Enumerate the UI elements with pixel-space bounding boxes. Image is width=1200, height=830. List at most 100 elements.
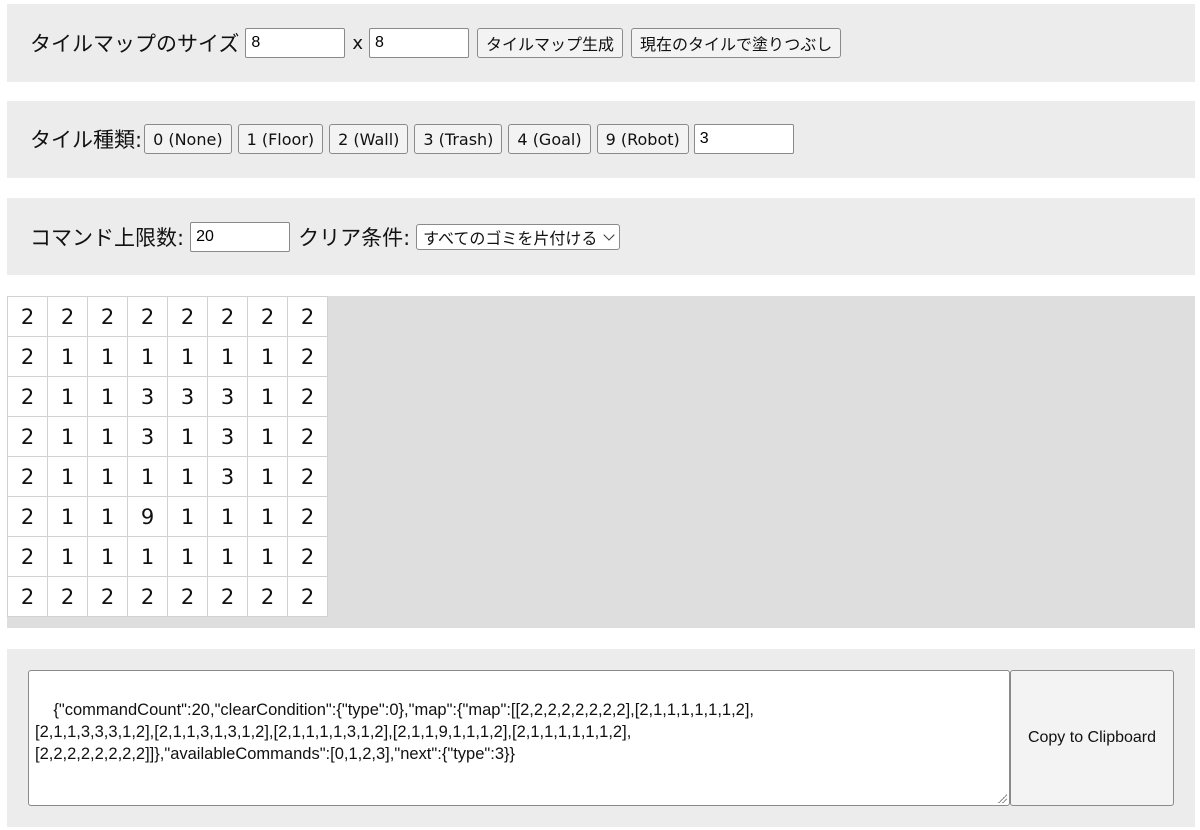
tile-cell[interactable]: 1 xyxy=(167,496,208,537)
fill-current-tile-button[interactable]: 現在のタイルで塗りつぶし xyxy=(631,28,842,58)
tile-cell[interactable]: 2 xyxy=(287,536,328,577)
tile-cell[interactable]: 9 xyxy=(127,496,168,537)
chevron-down-icon xyxy=(603,228,616,241)
clear-condition-label: クリア条件: xyxy=(298,226,411,250)
clear-condition-selected: すべてのゴミを片付ける xyxy=(423,229,598,248)
tile-cell[interactable]: 1 xyxy=(167,456,208,497)
tilemap-row: 21111112 xyxy=(7,336,328,377)
tile-cell[interactable]: 1 xyxy=(127,456,168,497)
tile-cell[interactable]: 2 xyxy=(7,376,48,417)
json-output-text: {"commandCount":20,"clearCondition":{"ty… xyxy=(35,701,755,763)
tile-cell[interactable]: 1 xyxy=(247,496,288,537)
resize-grip-icon[interactable] xyxy=(997,793,1007,803)
tile-cell[interactable]: 2 xyxy=(7,296,48,337)
clear-condition-select[interactable]: すべてのゴミを片付ける xyxy=(416,224,621,250)
tile-cell[interactable]: 3 xyxy=(127,416,168,457)
tile-cell[interactable]: 1 xyxy=(87,376,128,417)
tile-cell[interactable]: 1 xyxy=(207,496,248,537)
tile-type-panel: タイル種類: 0 (None) 1 (Floor) 2 (Wall) 3 (Tr… xyxy=(7,101,1195,178)
tile-cell[interactable]: 2 xyxy=(167,576,208,617)
tile-cell[interactable]: 2 xyxy=(7,416,48,457)
tile-cell[interactable]: 2 xyxy=(7,536,48,577)
tile-cell[interactable]: 1 xyxy=(87,496,128,537)
size-panel: タイルマップのサイズ x タイルマップ生成 現在のタイルで塗りつぶし xyxy=(7,4,1195,82)
tile-cell[interactable]: 1 xyxy=(87,456,128,497)
command-limit-input[interactable] xyxy=(190,222,291,252)
width-input[interactable] xyxy=(245,28,346,58)
tile-cell[interactable]: 1 xyxy=(47,456,88,497)
tilemap-grid: 2222222221111112211333122113131221111312… xyxy=(7,296,328,617)
tile-cell[interactable]: 1 xyxy=(247,456,288,497)
tile-cell[interactable]: 2 xyxy=(287,296,328,337)
tile-button-floor[interactable]: 1 (Floor) xyxy=(237,124,324,154)
tile-type-label: タイル種類: xyxy=(30,128,143,152)
tile-button-wall[interactable]: 2 (Wall) xyxy=(329,124,409,154)
tilemap-row: 22222222 xyxy=(7,296,328,337)
tile-cell[interactable]: 2 xyxy=(287,496,328,537)
size-times-label: x xyxy=(352,32,364,54)
tile-cell[interactable]: 3 xyxy=(207,456,248,497)
tilemap-row: 21111312 xyxy=(7,456,328,497)
size-label: タイルマップのサイズ xyxy=(30,32,240,56)
tile-cell[interactable]: 2 xyxy=(47,296,88,337)
height-input[interactable] xyxy=(369,28,470,58)
tile-cell[interactable]: 1 xyxy=(47,376,88,417)
tile-button-trash[interactable]: 3 (Trash) xyxy=(414,124,503,154)
tile-cell[interactable]: 2 xyxy=(127,296,168,337)
tile-cell[interactable]: 1 xyxy=(87,536,128,577)
tile-cell[interactable]: 2 xyxy=(87,576,128,617)
json-output-textarea[interactable]: {"commandCount":20,"clearCondition":{"ty… xyxy=(28,670,1010,806)
tile-cell[interactable]: 3 xyxy=(167,376,208,417)
tile-button-none[interactable]: 0 (None) xyxy=(144,124,232,154)
tile-cell[interactable]: 1 xyxy=(127,536,168,577)
tile-cell[interactable]: 3 xyxy=(207,376,248,417)
current-tile-input[interactable] xyxy=(693,124,794,154)
tile-cell[interactable]: 1 xyxy=(167,336,208,377)
tile-button-goal[interactable]: 4 (Goal) xyxy=(508,124,591,154)
tile-cell[interactable]: 3 xyxy=(127,376,168,417)
tile-cell[interactable]: 2 xyxy=(7,576,48,617)
tile-cell[interactable]: 1 xyxy=(47,336,88,377)
tile-cell[interactable]: 2 xyxy=(7,456,48,497)
tile-cell[interactable]: 2 xyxy=(247,576,288,617)
tile-cell[interactable]: 2 xyxy=(207,576,248,617)
tile-cell[interactable]: 2 xyxy=(47,576,88,617)
tile-cell[interactable]: 1 xyxy=(247,536,288,577)
tilemap-row: 21131312 xyxy=(7,416,328,457)
tile-cell[interactable]: 1 xyxy=(127,336,168,377)
tile-cell[interactable]: 2 xyxy=(287,576,328,617)
tile-cell[interactable]: 1 xyxy=(167,536,208,577)
tilemap-row: 21111112 xyxy=(7,536,328,577)
tile-cell[interactable]: 2 xyxy=(167,296,208,337)
json-panel: {"commandCount":20,"clearCondition":{"ty… xyxy=(7,649,1195,827)
tile-cell[interactable]: 1 xyxy=(247,336,288,377)
generate-tilemap-button[interactable]: タイルマップ生成 xyxy=(477,28,624,58)
tilemap-panel: 2222222221111112211333122113131221111312… xyxy=(7,296,1195,628)
tile-cell[interactable]: 2 xyxy=(287,456,328,497)
tile-cell[interactable]: 2 xyxy=(7,336,48,377)
tile-cell[interactable]: 2 xyxy=(287,416,328,457)
tile-cell[interactable]: 2 xyxy=(207,296,248,337)
tilemap-row: 21133312 xyxy=(7,376,328,417)
tile-cell[interactable]: 2 xyxy=(247,296,288,337)
tile-button-robot[interactable]: 9 (Robot) xyxy=(596,124,689,154)
tile-cell[interactable]: 1 xyxy=(87,416,128,457)
copy-to-clipboard-button[interactable]: Copy to Clipboard xyxy=(1010,670,1174,806)
command-limit-label: コマンド上限数: xyxy=(30,226,185,250)
tile-cell[interactable]: 3 xyxy=(207,416,248,457)
tile-cell[interactable]: 1 xyxy=(47,536,88,577)
tile-cell[interactable]: 2 xyxy=(7,496,48,537)
tile-cell[interactable]: 1 xyxy=(87,336,128,377)
tile-cell[interactable]: 1 xyxy=(167,416,208,457)
tile-cell[interactable]: 2 xyxy=(127,576,168,617)
tile-cell[interactable]: 1 xyxy=(47,496,88,537)
tile-cell[interactable]: 1 xyxy=(247,416,288,457)
tile-cell[interactable]: 1 xyxy=(247,376,288,417)
tile-cell[interactable]: 2 xyxy=(287,376,328,417)
tilemap-row: 22222222 xyxy=(7,576,328,617)
tile-cell[interactable]: 2 xyxy=(87,296,128,337)
tile-cell[interactable]: 1 xyxy=(47,416,88,457)
tile-cell[interactable]: 1 xyxy=(207,336,248,377)
tile-cell[interactable]: 1 xyxy=(207,536,248,577)
tile-cell[interactable]: 2 xyxy=(287,336,328,377)
